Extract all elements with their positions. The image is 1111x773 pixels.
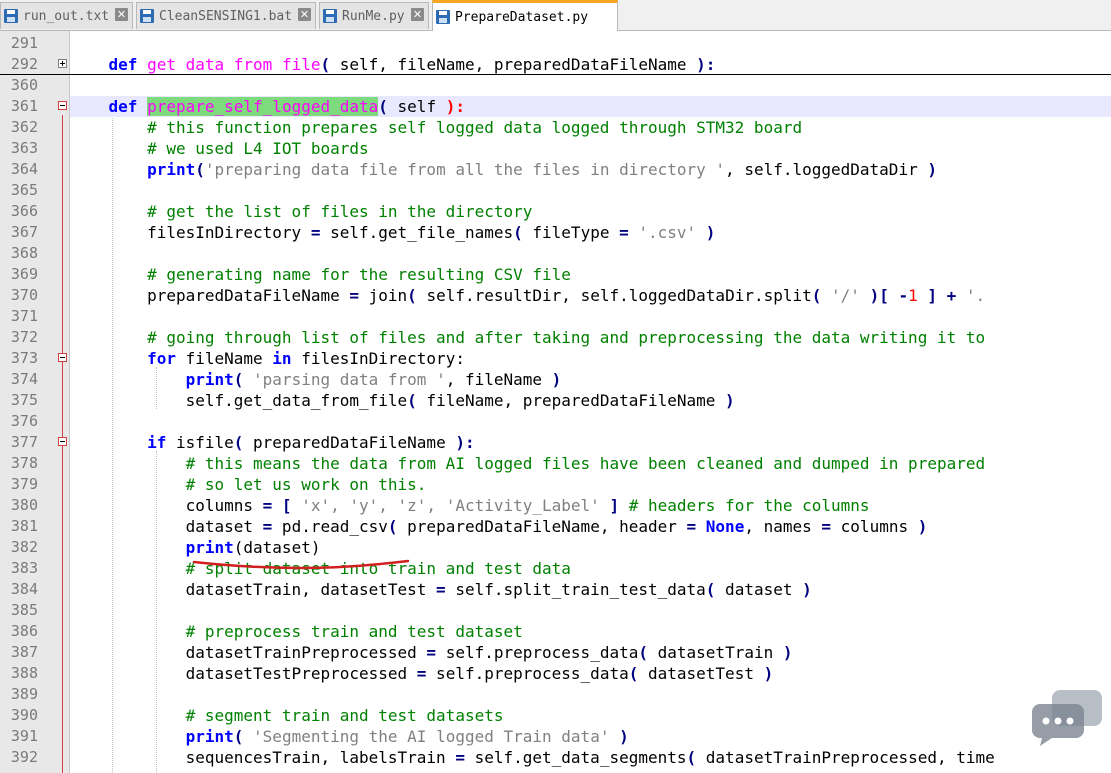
code-line: 364 print('preparing data file from all … (0, 159, 1111, 180)
code-line: 360 (0, 75, 1111, 96)
save-icon (323, 9, 337, 23)
line-number: 377 (10, 433, 38, 451)
code-line: 386 # preprocess train and test dataset (0, 621, 1111, 642)
code-line: 370 preparedDataFileName = join( self.re… (0, 285, 1111, 306)
line-number: 371 (10, 307, 38, 325)
code-line: 375 self.get_data_from_file( fileName, p… (0, 390, 1111, 411)
tab-clean-sensing[interactable]: CleanSENSING1.bat ✕ (136, 2, 316, 29)
line-number: 362 (10, 118, 38, 136)
close-icon[interactable]: ✕ (298, 8, 311, 21)
code-line: 368 (0, 243, 1111, 264)
code-line: 366 # get the list of files in the direc… (0, 201, 1111, 222)
code-line: 371 (0, 306, 1111, 327)
tab-prepare-dataset[interactable]: PrepareDataset.py (432, 0, 618, 31)
line-number: 366 (10, 202, 38, 220)
code-line: 373 for fileName in filesInDirectory: (0, 348, 1111, 369)
line-number: 381 (10, 517, 38, 535)
code-line: 388 datasetTestPreprocessed = self.prepr… (0, 663, 1111, 684)
code-line: 379 # so let us work on this. (0, 474, 1111, 495)
red-annotation-stroke (192, 559, 410, 570)
chat-bubble-watermark-icon (1032, 690, 1102, 746)
code-line: 362 # this function prepares self logged… (0, 117, 1111, 138)
code-line: 384 datasetTrain, datasetTest = self.spl… (0, 579, 1111, 600)
tab-runme[interactable]: RunMe.py ✕ (319, 2, 429, 29)
code-line: 377 if isfile( preparedDataFileName ): (0, 432, 1111, 453)
tab-label: RunMe.py (342, 8, 405, 24)
code-line: 378 # this means the data from AI logged… (0, 453, 1111, 474)
close-icon[interactable]: ✕ (411, 8, 424, 21)
line-number: 378 (10, 454, 38, 472)
line-number: 364 (10, 160, 38, 178)
line-number: 383 (10, 559, 38, 577)
code-line: 383 # split dataset into train and test … (0, 558, 1111, 579)
line-number: 292 (10, 55, 38, 73)
line-number: 376 (10, 412, 38, 430)
code-line-current: 361 def prepare_self_logged_data( self )… (0, 96, 1111, 117)
line-number: 389 (10, 685, 38, 703)
line-number: 391 (10, 727, 38, 745)
code-line: 376 (0, 411, 1111, 432)
line-number: 374 (10, 370, 38, 388)
code-line: 389 (0, 684, 1111, 705)
fold-plus-icon[interactable] (58, 59, 67, 68)
code-line: 363 # we used L4 IOT boards (0, 138, 1111, 159)
close-icon[interactable]: ✕ (115, 8, 128, 21)
line-number: 380 (10, 496, 38, 514)
line-number: 384 (10, 580, 38, 598)
save-icon (140, 9, 154, 23)
line-number: 373 (10, 349, 38, 367)
line-number: 388 (10, 664, 38, 682)
code-line: 291 (0, 33, 1111, 54)
tab-label: PrepareDataset.py (455, 9, 589, 25)
line-number: 390 (10, 706, 38, 724)
line-number: 392 (10, 748, 38, 766)
line-number: 369 (10, 265, 38, 283)
code-line: 292 def get data from file( self, fileNa… (0, 54, 1111, 75)
line-number: 387 (10, 643, 38, 661)
tab-bar: run_out.txt ✕ CleanSENSING1.bat ✕ RunMe.… (0, 0, 1111, 31)
code-line: 367 filesInDirectory = self.get_file_nam… (0, 222, 1111, 243)
tab-label: run_out.txt (23, 8, 110, 24)
line-number: 382 (10, 538, 38, 556)
fold-minus-icon[interactable] (58, 437, 67, 446)
save-icon (4, 9, 18, 23)
tab-run-out[interactable]: run_out.txt ✕ (0, 2, 133, 29)
code-line: 380 columns = [ 'x', 'y', 'z', 'Activity… (0, 495, 1111, 516)
line-number: 385 (10, 601, 38, 619)
code-line: 385 (0, 600, 1111, 621)
code-line: 387 datasetTrainPreprocessed = self.prep… (0, 642, 1111, 663)
line-number: 367 (10, 223, 38, 241)
code-line: 365 (0, 180, 1111, 201)
code-line: 381 dataset = pd.read_csv( preparedDataF… (0, 516, 1111, 537)
line-number: 386 (10, 622, 38, 640)
code-line: 392 sequencesTrain, labelsTrain = self.g… (0, 747, 1111, 768)
code-line: 374 print( 'parsing data from ', fileNam… (0, 369, 1111, 390)
code-line: 391 print( 'Segmenting the AI logged Tra… (0, 726, 1111, 747)
line-number: 360 (10, 76, 38, 94)
code-line: 372 # going through list of files and af… (0, 327, 1111, 348)
code-line: 382 print(dataset) (0, 537, 1111, 558)
line-number: 291 (10, 34, 38, 52)
line-number: 361 (10, 97, 38, 115)
line-number: 372 (10, 328, 38, 346)
line-number: 370 (10, 286, 38, 304)
line-number: 363 (10, 139, 38, 157)
save-icon (436, 10, 450, 24)
fold-minus-icon[interactable] (58, 101, 67, 110)
line-number: 379 (10, 475, 38, 493)
tab-label: CleanSENSING1.bat (159, 8, 293, 24)
line-number: 368 (10, 244, 38, 262)
line-number: 375 (10, 391, 38, 409)
fold-minus-icon[interactable] (58, 353, 67, 362)
line-number: 365 (10, 181, 38, 199)
code-line: 369 # generating name for the resulting … (0, 264, 1111, 285)
code-line: 390 # segment train and test datasets (0, 705, 1111, 726)
